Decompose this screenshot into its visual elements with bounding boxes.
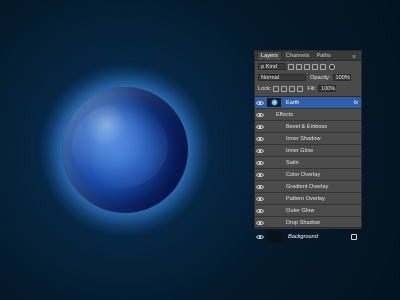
effect-visibility-eye-icon[interactable] [255, 194, 264, 203]
effect-inner-shadow[interactable]: Inner Shadow [255, 133, 361, 145]
filter-row: ρ Kind [255, 61, 361, 72]
effect-visibility-eye-icon[interactable] [255, 218, 264, 227]
filter-shape-icon[interactable] [312, 63, 318, 70]
blend-mode-value: Normal [261, 74, 280, 81]
lock-icon [351, 233, 357, 240]
lock-label: Lock: [258, 85, 272, 92]
effect-outer-glow[interactable]: Outer Glow [255, 205, 361, 217]
fill-input[interactable]: 100% [318, 85, 337, 92]
layer-thumbnail [267, 98, 281, 107]
filter-pixel-icon[interactable] [288, 63, 294, 70]
effect-visibility-eye-icon[interactable] [255, 122, 264, 131]
layer-earth[interactable]: Earth fx [255, 97, 361, 109]
effect-name: Inner Shadow [286, 135, 321, 142]
filter-toggle-icon[interactable] [329, 63, 335, 70]
lock-image-icon[interactable] [281, 85, 288, 92]
filter-smart-object-icon[interactable] [320, 63, 326, 70]
tab-channels[interactable]: Channels [283, 52, 313, 60]
effect-name: Drop Shadow [286, 219, 320, 226]
filter-kind-select[interactable]: ρ Kind [258, 63, 286, 70]
fx-icon[interactable]: fx [354, 100, 358, 106]
effect-visibility-eye-icon[interactable] [255, 158, 264, 167]
background-thumbnail [267, 230, 283, 243]
filter-type-icon[interactable] [304, 63, 310, 70]
fill-value: 100% [321, 85, 336, 92]
effect-gradient-overlay[interactable]: Gradient Overlay [255, 181, 361, 193]
panel-menu-icon[interactable]: ≡ [349, 54, 359, 60]
effect-name: Inner Glow [286, 147, 314, 154]
lock-all-icon[interactable] [297, 85, 304, 92]
layer-name: Earth [286, 99, 300, 106]
effect-inner-glow[interactable]: Inner Glow [255, 145, 361, 157]
effect-name: Color Overlay [286, 171, 321, 178]
blend-row: Normal Opacity: 100% [255, 72, 361, 83]
layers-list: Earth fx Effects Bevel & Emboss Inner Sh… [255, 96, 361, 243]
panel-tabbar: Layers Channels Paths ≡ [255, 51, 361, 61]
fill-label: Fill: [307, 85, 317, 92]
opacity-input[interactable]: 100% [332, 74, 351, 81]
effect-pattern-overlay[interactable]: Pattern Overlay [255, 193, 361, 205]
effect-name: Gradient Overlay [286, 183, 329, 190]
effects-group-row[interactable]: Effects [255, 109, 361, 121]
blend-mode-select[interactable]: Normal [258, 74, 306, 81]
effects-visibility-eye-icon[interactable] [255, 110, 264, 119]
filter-adjustment-icon[interactable] [296, 63, 302, 70]
effect-visibility-eye-icon[interactable] [255, 170, 264, 179]
opacity-label: Opacity: [310, 74, 331, 81]
effect-drop-shadow[interactable]: Drop Shadow [255, 217, 361, 229]
layers-panel: Layers Channels Paths ≡ ρ Kind Normal Op… [254, 50, 362, 243]
effect-name: Satin [286, 159, 299, 166]
effect-satin[interactable]: Satin [255, 157, 361, 169]
effect-name: Outer Glow [286, 207, 315, 214]
filter-kind-label: ρ Kind [261, 63, 277, 70]
locks-row: Lock: Fill: 100% [255, 83, 361, 94]
lock-transparent-icon[interactable] [273, 85, 280, 92]
effect-visibility-eye-icon[interactable] [255, 134, 264, 143]
effect-name: Bevel & Emboss [286, 123, 328, 130]
effect-color-overlay[interactable]: Color Overlay [255, 169, 361, 181]
visibility-eye-icon[interactable] [255, 232, 264, 241]
effect-visibility-eye-icon[interactable] [255, 146, 264, 155]
layer-background[interactable]: Background [255, 229, 361, 244]
earth-thumbnail-dot [271, 100, 277, 105]
effect-bevel-emboss[interactable]: Bevel & Emboss [255, 121, 361, 133]
opacity-value: 100% [335, 74, 350, 81]
layer-name: Background [288, 233, 318, 240]
tab-layers[interactable]: Layers [257, 51, 282, 60]
effect-visibility-eye-icon[interactable] [255, 206, 264, 215]
lock-position-icon[interactable] [289, 85, 296, 92]
effect-name: Pattern Overlay [286, 195, 325, 202]
earth-surface-highlights [72, 104, 168, 188]
effect-visibility-eye-icon[interactable] [255, 182, 264, 191]
visibility-eye-icon[interactable] [255, 98, 264, 107]
effects-label: Effects [276, 111, 293, 118]
tab-paths[interactable]: Paths [313, 52, 333, 60]
